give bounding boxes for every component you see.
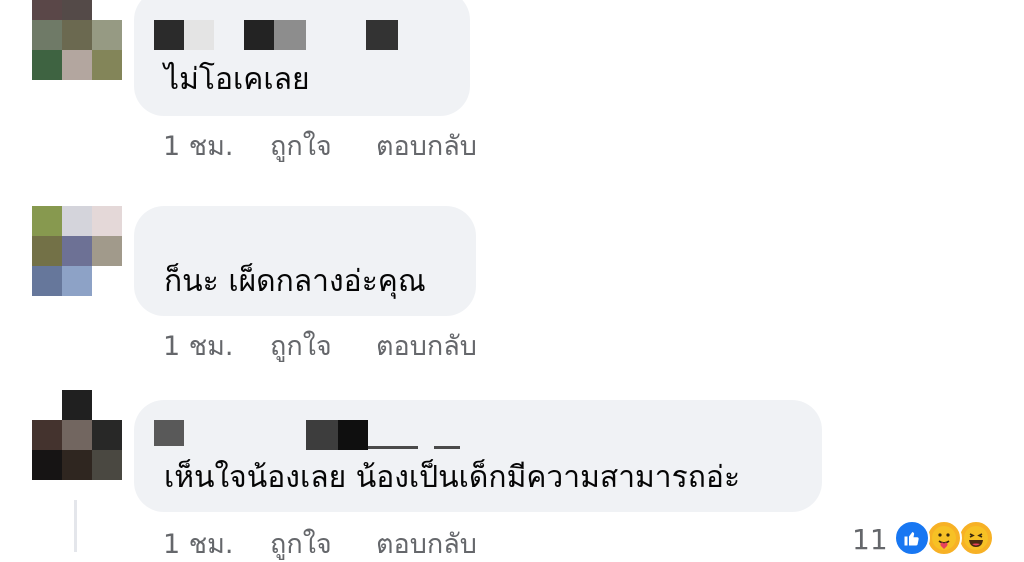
avatar-pixel	[92, 50, 122, 80]
commenter-name-part	[274, 20, 306, 50]
avatar-pixel	[62, 420, 92, 450]
avatar-pixel	[62, 450, 92, 480]
avatar-pixel	[32, 450, 62, 480]
commenter-name-part	[434, 446, 460, 449]
avatar-pixel	[92, 390, 122, 420]
avatar-pixel	[92, 450, 122, 480]
commenter-name-part	[368, 446, 418, 449]
commenter-name-part	[366, 20, 398, 50]
comment-text: ไม่โอเคเลย	[164, 62, 310, 97]
comment-bubble: ไม่โอเคเลย	[134, 0, 470, 116]
avatar[interactable]	[32, 0, 122, 80]
reaction-count: 11	[852, 523, 888, 556]
commenter-name[interactable]	[154, 20, 184, 50]
avatar-pixel	[32, 0, 62, 20]
avatar-pixel	[62, 390, 92, 420]
like-icon	[894, 520, 930, 556]
avatar-pixel	[32, 266, 62, 296]
reply-button[interactable]: ตอบกลับ	[376, 528, 477, 562]
avatar-pixel	[62, 50, 92, 80]
avatar-pixel	[92, 236, 122, 266]
avatar-pixel	[92, 266, 122, 296]
avatar-pixel	[62, 236, 92, 266]
avatar-pixel	[32, 50, 62, 80]
avatar-pixel	[62, 20, 92, 50]
avatar-pixel	[32, 390, 62, 420]
reply-button[interactable]: ตอบกลับ	[376, 330, 477, 364]
avatar-pixel	[32, 236, 62, 266]
comment-time[interactable]: 1 ชม.	[163, 130, 233, 164]
avatar-pixel	[32, 206, 62, 236]
commenter-name[interactable]	[154, 420, 184, 446]
reply-thread-line	[74, 500, 77, 552]
avatar-pixel	[32, 420, 62, 450]
avatar-pixel	[62, 266, 92, 296]
comment-bubble: ก็นะ เผ็ดกลางอ่ะคุณ	[134, 206, 476, 316]
comment-text: เห็นใจน้องเลย น้องเป็นเด็กมีความสามารถอ่…	[164, 460, 741, 495]
comment-bubble: เห็นใจน้องเลย น้องเป็นเด็กมีความสามารถอ่…	[134, 400, 822, 512]
comment-text: ก็นะ เผ็ดกลางอ่ะคุณ	[164, 264, 426, 299]
care-icon	[926, 520, 962, 556]
avatar[interactable]	[32, 206, 122, 296]
commenter-name-part	[338, 420, 368, 450]
like-button[interactable]: ถูกใจ	[270, 528, 332, 562]
avatar-pixel	[62, 206, 92, 236]
commenter-name-part	[306, 420, 338, 450]
like-button[interactable]: ถูกใจ	[270, 330, 332, 364]
commenter-name-part	[184, 20, 214, 50]
avatar[interactable]	[32, 390, 122, 480]
avatar-pixel	[32, 20, 62, 50]
like-button[interactable]: ถูกใจ	[270, 130, 332, 164]
reply-button[interactable]: ตอบกลับ	[376, 130, 477, 164]
avatar-pixel	[62, 0, 92, 20]
comment-time[interactable]: 1 ชม.	[163, 528, 233, 562]
comment-time[interactable]: 1 ชม.	[163, 330, 233, 364]
avatar-pixel	[92, 206, 122, 236]
haha-icon	[958, 520, 994, 556]
avatar-pixel	[92, 20, 122, 50]
avatar-pixel	[92, 0, 122, 20]
commenter-name-part	[244, 20, 274, 50]
avatar-pixel	[92, 420, 122, 450]
